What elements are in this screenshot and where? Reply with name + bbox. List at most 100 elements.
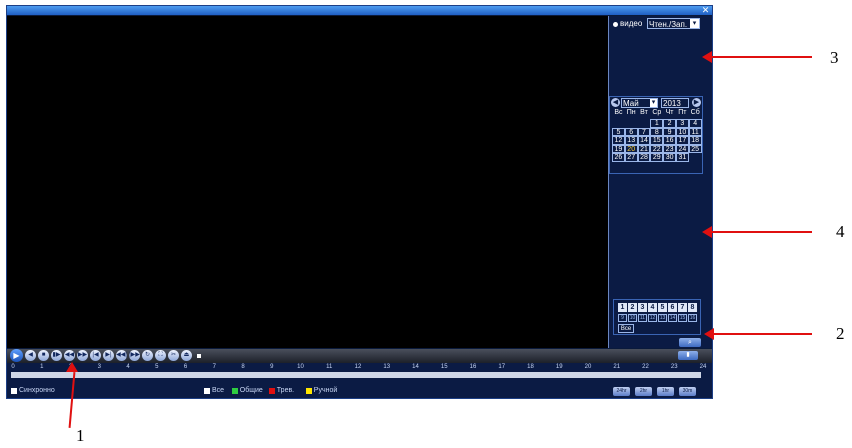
- calendar-day[interactable]: 19: [612, 144, 625, 153]
- calendar: ◀ Май ▾ 2013 ▶ Вс Пн Вт Ср Чт Пт Сб 1234567891…: [609, 96, 703, 174]
- record-type-checkbox[interactable]: [204, 388, 210, 394]
- channel-checkbox[interactable]: 4: [648, 303, 657, 312]
- calendar-day-empty: [625, 162, 638, 171]
- weekday-label: Пн: [626, 109, 636, 116]
- calendar-day[interactable]: 28: [637, 153, 651, 162]
- play-icon[interactable]: ▶: [10, 349, 23, 362]
- calendar-day[interactable]: 16: [663, 136, 676, 145]
- calendar-day[interactable]: 31: [675, 153, 689, 162]
- channel-checkbox[interactable]: 10: [628, 314, 637, 322]
- calendar-day[interactable]: 17: [675, 136, 689, 145]
- hour-label: 9: [270, 364, 274, 370]
- hour-label: 18: [527, 364, 534, 370]
- calendar-day[interactable]: 21: [637, 144, 651, 153]
- prev-file-icon[interactable]: ◀◀|: [116, 350, 127, 361]
- record-type-checkbox[interactable]: [231, 388, 238, 394]
- calendar-day[interactable]: 30: [663, 153, 676, 162]
- year-field[interactable]: 2013: [661, 98, 689, 108]
- channel-checkbox[interactable]: 14: [668, 314, 677, 322]
- channel-checkbox[interactable]: 8: [688, 303, 697, 312]
- mode-select[interactable]: Чтен./Зап. ▾: [647, 18, 700, 29]
- callout-number: 1: [76, 426, 85, 445]
- rewind-icon[interactable]: ◀: [25, 350, 36, 361]
- channel-checkbox[interactable]: 6: [668, 303, 677, 312]
- slow-icon[interactable]: ◀◀: [64, 350, 75, 361]
- record-type-checkbox[interactable]: [268, 388, 275, 394]
- calendar-day[interactable]: 7: [637, 127, 651, 136]
- hour-label: 13: [383, 364, 391, 370]
- zoom-button[interactable]: 2hr: [635, 387, 652, 396]
- loop-icon[interactable]: ↻: [142, 350, 153, 361]
- search-icon: ⌕: [688, 339, 692, 346]
- calendar-day[interactable]: 18: [688, 136, 702, 145]
- hour-label: 1: [40, 364, 44, 370]
- annotation-arrow: [714, 333, 812, 335]
- calendar-day[interactable]: 15: [650, 136, 664, 145]
- close-icon[interactable]: ✕: [701, 6, 710, 15]
- calendar-day[interactable]: 5: [612, 127, 625, 136]
- stop-icon[interactable]: ■: [38, 350, 49, 361]
- calendar-day[interactable]: 4: [688, 119, 702, 128]
- calendar-day[interactable]: 1: [650, 119, 664, 128]
- calendar-day[interactable]: 26: [612, 153, 625, 162]
- calendar-day[interactable]: 20: [624, 144, 638, 153]
- speed-button[interactable]: ▮: [678, 351, 698, 360]
- sync-checkbox[interactable]: [11, 388, 17, 394]
- channel-checkbox[interactable]: 2: [628, 303, 637, 312]
- video-display-area[interactable]: [7, 16, 609, 348]
- weekday-header: Вс Пн Вт Ср Чт Пт Сб: [612, 109, 702, 118]
- callout-number: 2: [836, 324, 845, 343]
- calendar-day[interactable]: 14: [637, 136, 651, 145]
- video-radio[interactable]: [613, 22, 618, 27]
- search-button[interactable]: ⌕: [679, 338, 701, 347]
- year-value: 2013: [663, 99, 681, 108]
- backup-icon[interactable]: ⏏: [181, 350, 192, 361]
- calendar-day[interactable]: 10: [675, 127, 689, 136]
- prev-month-icon[interactable]: ◀: [611, 98, 620, 107]
- channel-checkbox[interactable]: 11: [638, 314, 647, 322]
- calendar-day[interactable]: 13: [624, 136, 638, 145]
- channel-checkbox[interactable]: 9: [618, 314, 627, 322]
- zoom-button[interactable]: 1hr: [657, 387, 674, 396]
- channel-checkbox[interactable]: 13: [658, 314, 667, 322]
- fast-forward-icon[interactable]: ▶▶: [77, 350, 88, 361]
- hour-label: 15: [440, 364, 448, 370]
- channel-checkbox[interactable]: 16: [688, 314, 697, 322]
- calendar-day[interactable]: 29: [650, 153, 664, 162]
- month-select[interactable]: Май ▾: [621, 98, 658, 108]
- calendar-day[interactable]: 11: [688, 127, 702, 136]
- hour-label: 22: [642, 364, 649, 370]
- calendar-day[interactable]: 25: [688, 144, 702, 153]
- channel-row-primary: 12345678: [618, 303, 697, 312]
- channel-checkbox[interactable]: 3: [638, 303, 647, 312]
- prev-frame-icon[interactable]: |◀: [90, 350, 101, 361]
- next-month-icon[interactable]: ▶: [692, 98, 701, 107]
- calendar-day[interactable]: 3: [675, 119, 689, 128]
- calendar-day[interactable]: 6: [624, 127, 638, 136]
- calendar-day[interactable]: 8: [650, 127, 664, 136]
- calendar-day[interactable]: 9: [663, 127, 676, 136]
- calendar-day[interactable]: 22: [650, 144, 664, 153]
- mode-select-value: Чтен./Зап.: [649, 20, 688, 29]
- channel-checkbox[interactable]: 5: [658, 303, 667, 312]
- zoom-button[interactable]: 30m: [679, 387, 696, 396]
- channel-checkbox[interactable]: 12: [648, 314, 657, 322]
- all-channels-button[interactable]: Все: [618, 324, 634, 333]
- channel-checkbox[interactable]: 1: [618, 303, 627, 312]
- hour-label: 17: [498, 364, 506, 370]
- next-file-icon[interactable]: |▶▶: [129, 350, 140, 361]
- channel-checkbox[interactable]: 15: [678, 314, 687, 322]
- step-back-icon[interactable]: ▮▶: [51, 350, 62, 361]
- cut-icon[interactable]: ✂: [168, 350, 179, 361]
- fullscreen-icon[interactable]: ⛶: [155, 350, 166, 361]
- calendar-day[interactable]: 12: [612, 136, 625, 145]
- calendar-day[interactable]: 27: [624, 153, 638, 162]
- calendar-day[interactable]: 2: [663, 119, 676, 128]
- record-type-checkbox[interactable]: [305, 388, 312, 394]
- timeline-track[interactable]: [11, 372, 701, 378]
- zoom-button[interactable]: 24hr: [613, 387, 630, 396]
- calendar-day[interactable]: 23: [663, 144, 676, 153]
- next-frame-icon[interactable]: ▶|: [103, 350, 114, 361]
- channel-checkbox[interactable]: 7: [678, 303, 687, 312]
- calendar-day[interactable]: 24: [675, 144, 689, 153]
